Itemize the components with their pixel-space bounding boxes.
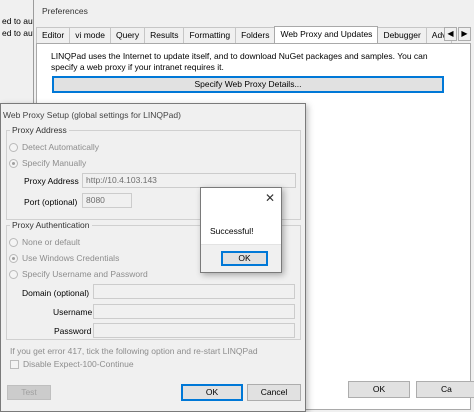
preferences-ok-button[interactable]: OK (348, 381, 410, 398)
proxy-address-legend: Proxy Address (10, 125, 69, 135)
preferences-cancel-button[interactable]: Ca (416, 381, 474, 398)
error-417-note: If you get error 417, tick the following… (10, 346, 258, 356)
checkbox-icon (10, 359, 19, 369)
tab-formatting[interactable]: Formatting (183, 27, 237, 43)
port-field[interactable]: 8080 (82, 193, 132, 208)
use-windows-credentials-label: Use Windows Credentials (22, 253, 120, 263)
preferences-title: Preferences (42, 6, 88, 16)
radio-icon (9, 237, 18, 247)
tab-editor[interactable]: Editor (36, 27, 71, 43)
password-field[interactable] (93, 323, 295, 338)
username-field[interactable] (93, 304, 295, 319)
tab-scroll-arrows: ◀ ▶ (444, 27, 471, 41)
specify-username-password-label: Specify Username and Password (22, 269, 148, 279)
disable-expect-100-continue-option[interactable]: Disable Expect-100-Continue (10, 359, 134, 369)
tab-debugger[interactable]: Debugger (377, 27, 427, 43)
proxy-address-field[interactable]: http://10.4.103.143 (82, 173, 296, 188)
web-proxy-setup-title: Web Proxy Setup (global settings for LIN… (3, 110, 181, 120)
tab-folders[interactable]: Folders (235, 27, 276, 43)
detect-automatically-option[interactable]: Detect Automatically (9, 142, 99, 152)
port-label: Port (optional) (24, 197, 78, 207)
success-message-text: Successful! (210, 226, 254, 236)
proxy-address-label: Proxy Address (24, 176, 79, 186)
radio-icon (9, 269, 18, 279)
specify-web-proxy-details-button[interactable]: Specify Web Proxy Details... (52, 76, 444, 93)
background-text-2: ed to aut (2, 28, 36, 38)
specify-manually-option[interactable]: Specify Manually (9, 158, 86, 168)
web-proxy-ok-button[interactable]: OK (181, 384, 243, 401)
tab-scroll-left-icon[interactable]: ◀ (444, 27, 457, 41)
specify-manually-label: Specify Manually (22, 158, 87, 168)
specify-username-password-option[interactable]: Specify Username and Password (9, 269, 148, 279)
use-windows-credentials-option[interactable]: Use Windows Credentials (9, 253, 119, 263)
tab-web-proxy-and-updates[interactable]: Web Proxy and Updates (274, 26, 379, 43)
background-text-1: ed to aut (2, 16, 36, 26)
domain-label: Domain (optional) (22, 288, 90, 298)
proxy-authentication-legend: Proxy Authentication (10, 220, 92, 230)
close-icon[interactable]: ✕ (265, 191, 275, 205)
tab-strip: Editor vi mode Query Results Formatting … (36, 26, 453, 43)
message-ok-button[interactable]: OK (221, 251, 268, 266)
radio-selected-icon (9, 253, 18, 263)
none-or-default-label: None or default (22, 237, 81, 247)
tab-results[interactable]: Results (144, 27, 185, 43)
none-or-default-option[interactable]: None or default (9, 237, 80, 247)
radio-icon (9, 142, 18, 152)
success-message-box: ✕ Successful! OK (200, 187, 282, 273)
disable-expect-100-continue-label: Disable Expect-100-Continue (23, 359, 134, 369)
tab-query[interactable]: Query (109, 27, 146, 43)
proxy-info-text: LINQPad uses the Internet to update itse… (51, 51, 428, 72)
tab-scroll-right-icon[interactable]: ▶ (458, 27, 471, 41)
username-label: Username (53, 307, 93, 317)
tab-vi-mode[interactable]: vi mode (69, 27, 111, 43)
password-label: Password (54, 326, 92, 336)
detect-automatically-label: Detect Automatically (22, 142, 100, 152)
web-proxy-cancel-button[interactable]: Cancel (247, 384, 301, 401)
test-button[interactable]: Test (7, 385, 51, 400)
domain-field[interactable] (93, 284, 295, 299)
radio-selected-icon (9, 158, 18, 168)
message-box-footer: OK (201, 244, 281, 272)
